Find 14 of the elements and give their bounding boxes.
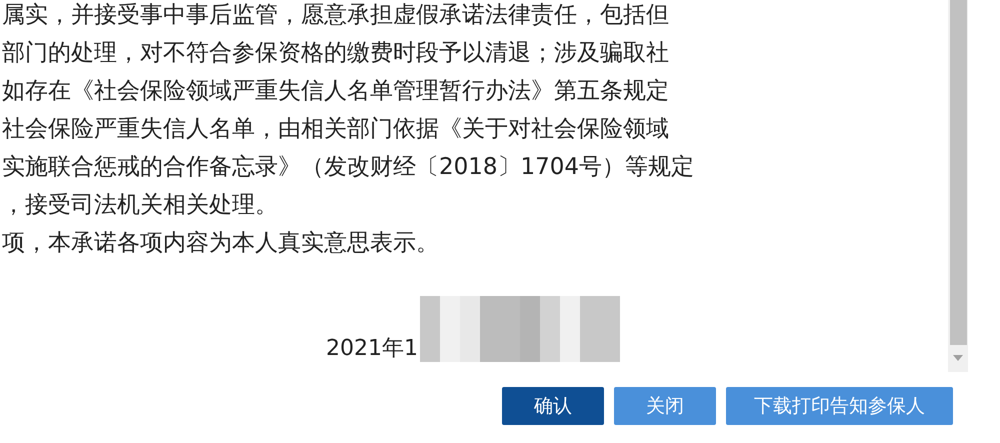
document-text-line: 属实，并接受事中事后监管，愿意承担虚假承诺法律责任，包括但 bbox=[2, 1, 669, 30]
document-text-line: 如存在《社会保险领域严重失信人名单管理暂行办法》第五条规定 bbox=[2, 77, 669, 106]
document-text-line: 社会保险严重失信人名单，由相关部门依据《关于对社会保险领域 bbox=[2, 115, 669, 144]
document-text-line: 部门的处理，对不符合参保资格的缴费时段予以清退；涉及骗取社 bbox=[2, 39, 669, 68]
document-text-line: 项，本承诺各项内容为本人真实意思表示。 bbox=[2, 229, 439, 258]
scroll-down-icon[interactable] bbox=[953, 355, 963, 361]
document-text-line: 实施联合惩戒的合作备忘录》（发改财经〔2018〕1704号）等规定 bbox=[2, 153, 694, 182]
document-text-line: ，接受司法机关相关处理。 bbox=[2, 191, 278, 220]
dialog-button[interactable]: 确认 bbox=[502, 387, 604, 425]
date-text: 2021年1 bbox=[326, 336, 418, 362]
scrollbar[interactable] bbox=[948, 0, 968, 372]
scrollbar-thumb[interactable] bbox=[950, 0, 966, 345]
dialog-button[interactable]: 下载打印告知参保人 bbox=[726, 387, 953, 425]
dialog-button[interactable]: 关闭 bbox=[614, 387, 716, 425]
